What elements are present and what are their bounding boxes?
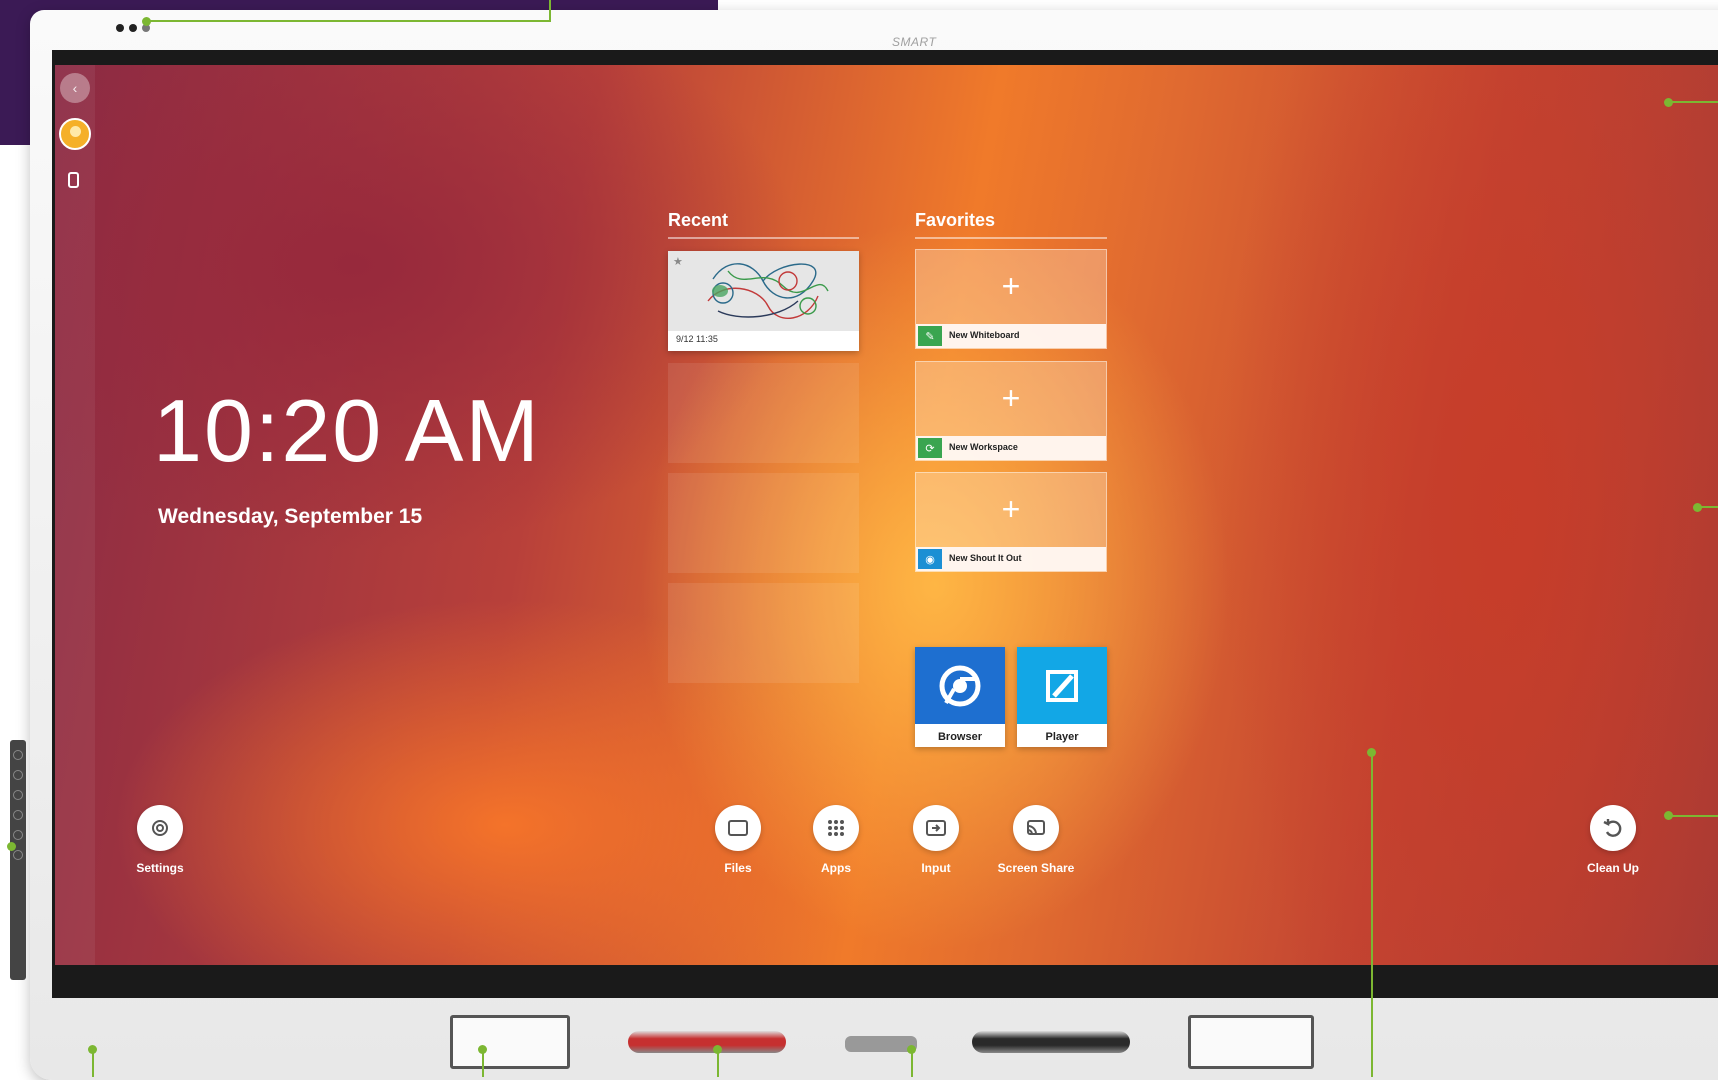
- clean-up-button[interactable]: [1590, 805, 1636, 851]
- eraser-right[interactable]: [1188, 1015, 1314, 1069]
- screen-share-button[interactable]: [1013, 805, 1059, 851]
- side-control-panel: [10, 740, 26, 980]
- callout-line: [1668, 815, 1718, 817]
- callout-line: [549, 0, 551, 22]
- cast-icon: [1027, 820, 1045, 835]
- recent-title: Recent: [668, 210, 729, 230]
- recent-divider: [668, 237, 859, 239]
- callout-line: [717, 1049, 719, 1077]
- app-label: Player: [1045, 731, 1079, 743]
- clean-up-label: Clean Up: [1586, 861, 1639, 875]
- new-whiteboard-tile[interactable]: + ✎ New Whiteboard: [915, 249, 1107, 349]
- callout-line: [482, 1049, 484, 1077]
- plus-icon: +: [1001, 491, 1021, 527]
- callout-dot: [7, 842, 16, 851]
- left-rail: ‹: [55, 65, 95, 965]
- recent-placeholder: [668, 583, 859, 683]
- undo-icon: [1603, 819, 1622, 837]
- files-label: Files: [724, 861, 752, 875]
- apps-button[interactable]: [813, 805, 859, 851]
- shout-it-out-icon: ◉: [918, 549, 942, 569]
- folder-icon: [728, 820, 748, 836]
- plus-icon: +: [1001, 268, 1021, 304]
- callout-line: [146, 20, 551, 22]
- new-workspace-tile[interactable]: + ⟳ New Workspace: [915, 361, 1107, 461]
- recent-item[interactable]: ★ 9/12 11:35: [668, 251, 859, 351]
- input-icon: [926, 820, 946, 836]
- star-icon[interactable]: ★: [673, 255, 683, 268]
- clock-date: Wednesday, September 15: [158, 505, 423, 528]
- callout-line: [1668, 101, 1718, 103]
- phone-icon[interactable]: [68, 172, 79, 188]
- brand-logo: SMART: [892, 35, 937, 49]
- callout-line: [1697, 506, 1718, 508]
- clock-time: 10:20 AM: [153, 381, 541, 480]
- new-shout-it-out-tile[interactable]: + ◉ New Shout It Out: [915, 472, 1107, 572]
- input-button[interactable]: [913, 805, 959, 851]
- home-screen: ‹ 10:20 AM Wednesday, September 15 Recen…: [55, 65, 1718, 965]
- plus-icon: +: [1001, 380, 1021, 416]
- settings-label: Settings: [136, 861, 184, 875]
- player-icon: [1017, 647, 1107, 724]
- input-label: Input: [921, 861, 951, 875]
- red-pen[interactable]: [628, 1031, 786, 1053]
- callout-line: [1371, 752, 1373, 1077]
- callout-line: [92, 1049, 94, 1077]
- favorites-divider: [915, 237, 1107, 239]
- browser-app-tile[interactable]: Browser: [915, 647, 1005, 747]
- fav-label: New Shout It Out: [949, 553, 1022, 563]
- back-icon[interactable]: ‹: [60, 73, 90, 103]
- black-pen[interactable]: [972, 1031, 1130, 1053]
- apps-grid-icon: [828, 820, 844, 836]
- avatar[interactable]: [59, 118, 91, 150]
- recent-thumbnail: ★: [668, 251, 859, 331]
- files-button[interactable]: [715, 805, 761, 851]
- apps-label: Apps: [821, 861, 851, 875]
- gear-icon: [152, 820, 168, 836]
- whiteboard-icon: ✎: [918, 326, 942, 346]
- fav-label: New Workspace: [949, 442, 1018, 452]
- favorites-title: Favorites: [915, 210, 996, 230]
- recent-timestamp: 9/12 11:35: [676, 334, 718, 344]
- screen-share-label: Screen Share: [997, 861, 1075, 875]
- eraser-left[interactable]: [450, 1015, 570, 1069]
- player-app-tile[interactable]: Player: [1017, 647, 1107, 747]
- callout-dot: [142, 17, 151, 26]
- app-label: Browser: [937, 731, 983, 743]
- recent-placeholder: [668, 473, 859, 573]
- chrome-icon: [915, 647, 1005, 724]
- recent-placeholder: [668, 363, 859, 463]
- fav-label: New Whiteboard: [949, 330, 1020, 340]
- settings-button[interactable]: [137, 805, 183, 851]
- callout-line: [911, 1049, 913, 1077]
- workspace-icon: ⟳: [918, 438, 942, 458]
